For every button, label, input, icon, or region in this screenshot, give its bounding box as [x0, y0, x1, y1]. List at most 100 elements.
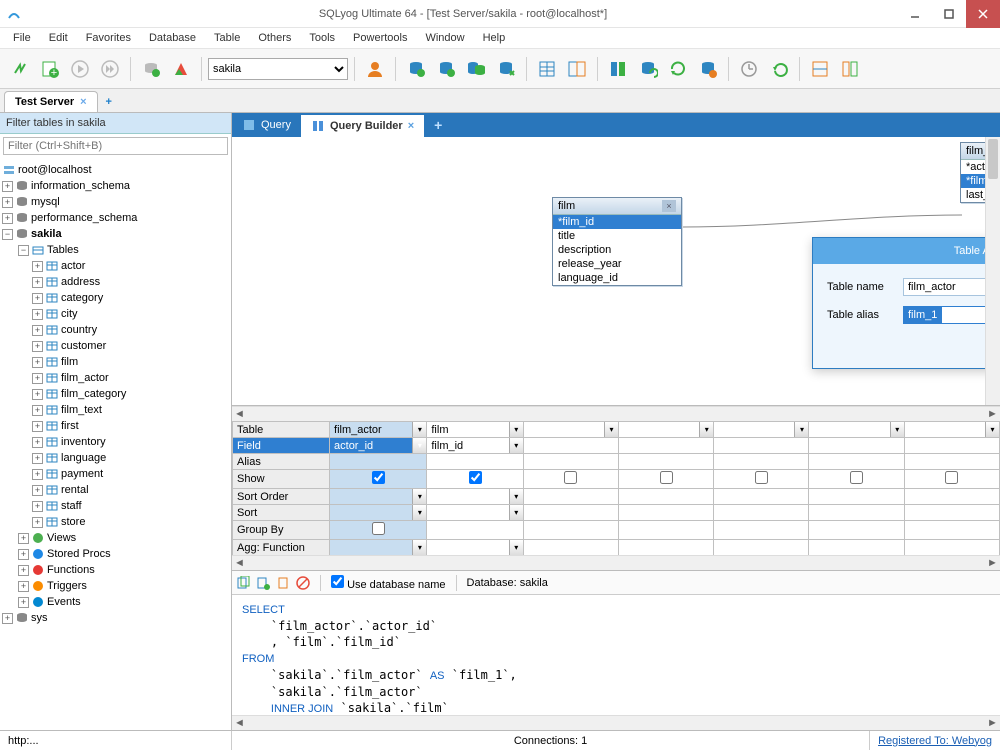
folder-item[interactable]: Views — [47, 532, 76, 544]
table-tool2-icon[interactable] — [563, 55, 591, 83]
add-query-tab[interactable]: + — [424, 113, 452, 137]
execute-icon[interactable] — [66, 55, 94, 83]
db-tool3-icon[interactable] — [462, 55, 490, 83]
registration-link[interactable]: Registered To: Webyog — [870, 735, 1000, 747]
grid-cell[interactable] — [904, 470, 999, 489]
expand-icon[interactable]: + — [32, 453, 43, 464]
user-icon[interactable] — [361, 55, 389, 83]
grid-cell[interactable] — [904, 505, 999, 521]
grid-cell[interactable]: ▾ — [809, 422, 904, 438]
expand-icon[interactable]: + — [2, 613, 13, 624]
grid-cell[interactable] — [619, 521, 714, 540]
grid-cell[interactable] — [714, 540, 809, 556]
expand-icon[interactable]: + — [18, 565, 29, 576]
new-query-icon[interactable]: + — [36, 55, 64, 83]
grid-cell[interactable] — [619, 454, 714, 470]
close-button[interactable] — [966, 0, 1000, 28]
sync-tool1-icon[interactable] — [604, 55, 632, 83]
grid-cell[interactable]: film_actor▾ — [330, 422, 427, 438]
layout1-icon[interactable] — [806, 55, 834, 83]
expand-icon[interactable]: + — [32, 261, 43, 272]
schema-sys[interactable]: sys — [31, 612, 48, 624]
expand-icon[interactable]: + — [18, 549, 29, 560]
canvas-scrollbar-h[interactable]: ◄► — [232, 406, 1000, 421]
expand-icon[interactable]: + — [32, 293, 43, 304]
close-tab-icon[interactable]: × — [80, 96, 86, 108]
folder-item[interactable]: Functions — [47, 564, 95, 576]
expand-icon[interactable]: + — [2, 197, 13, 208]
filter-input[interactable] — [3, 137, 228, 155]
grid-cell[interactable]: ▾ — [523, 422, 618, 438]
grid-cell[interactable] — [523, 454, 618, 470]
table-item[interactable]: actor — [61, 260, 85, 272]
copy2-icon[interactable] — [256, 576, 270, 590]
table-item[interactable]: film_actor — [61, 372, 109, 384]
grid-cell[interactable] — [523, 489, 618, 505]
table-item[interactable]: category — [61, 292, 103, 304]
sql-preview[interactable]: SELECT `film_actor`.`actor_id` , `film`.… — [232, 595, 1000, 715]
paste-icon[interactable] — [276, 576, 290, 590]
db-tool2-icon[interactable] — [432, 55, 460, 83]
table-item[interactable]: inventory — [61, 436, 106, 448]
grid-cell[interactable]: ▾ — [714, 422, 809, 438]
schema-item[interactable]: mysql — [31, 196, 60, 208]
expand-icon[interactable]: + — [32, 437, 43, 448]
grid-cell[interactable] — [427, 454, 523, 470]
table-item[interactable]: customer — [61, 340, 106, 352]
grid-cell[interactable] — [809, 540, 904, 556]
grid-cell[interactable] — [619, 470, 714, 489]
execute-all-icon[interactable] — [96, 55, 124, 83]
history-icon[interactable] — [735, 55, 763, 83]
grid-cell[interactable] — [619, 540, 714, 556]
grid-cell[interactable]: ▾ — [427, 505, 523, 521]
menu-powertools[interactable]: Powertools — [344, 29, 416, 47]
grid-cell[interactable] — [904, 521, 999, 540]
new-connection-icon[interactable] — [6, 55, 34, 83]
grid-scrollbar-h[interactable]: ◄► — [232, 555, 1000, 570]
grid-cell[interactable] — [904, 438, 999, 454]
table-tool1-icon[interactable] — [533, 55, 561, 83]
grid-cell[interactable] — [427, 521, 523, 540]
column-item[interactable]: language_id — [553, 271, 681, 285]
close-tab-icon[interactable]: × — [408, 120, 414, 132]
table-item[interactable]: film — [61, 356, 78, 368]
menu-edit[interactable]: Edit — [40, 29, 77, 47]
database-select[interactable]: sakila — [208, 58, 348, 80]
table-item[interactable]: language — [61, 452, 106, 464]
sql-scrollbar-h[interactable]: ◄► — [232, 715, 1000, 730]
grid-cell[interactable] — [809, 470, 904, 489]
sync-tool3-icon[interactable] — [694, 55, 722, 83]
layout2-icon[interactable] — [836, 55, 864, 83]
grid-cell[interactable] — [619, 505, 714, 521]
expand-icon[interactable]: + — [2, 181, 13, 192]
grid-cell[interactable] — [619, 489, 714, 505]
grid-cell[interactable] — [330, 454, 427, 470]
query-canvas[interactable]: film× *film_idtitledescriptionrelease_ye… — [232, 137, 1000, 406]
menu-favorites[interactable]: Favorites — [77, 29, 140, 47]
expand-icon[interactable]: + — [32, 357, 43, 368]
grid-cell[interactable] — [809, 521, 904, 540]
expand-icon[interactable]: + — [32, 277, 43, 288]
expand-icon[interactable]: + — [32, 405, 43, 416]
grid-cell[interactable] — [330, 470, 427, 489]
query-builder-tab[interactable]: Query Builder× — [301, 113, 424, 137]
query-tab[interactable]: Query — [232, 114, 301, 136]
undo-icon[interactable] — [765, 55, 793, 83]
grid-cell[interactable] — [523, 438, 618, 454]
grid-cell[interactable] — [619, 438, 714, 454]
table-item[interactable]: address — [61, 276, 100, 288]
grid-cell[interactable]: ▾ — [427, 489, 523, 505]
grid-cell[interactable] — [714, 438, 809, 454]
table-item[interactable]: staff — [61, 500, 82, 512]
table-item[interactable]: city — [61, 308, 78, 320]
expand-icon[interactable]: + — [18, 597, 29, 608]
expand-icon[interactable]: + — [32, 501, 43, 512]
schema-tree[interactable]: root@localhost +information_schema+mysql… — [0, 158, 231, 730]
grid-cell[interactable] — [427, 470, 523, 489]
grid-cell[interactable] — [714, 470, 809, 489]
use-db-checkbox[interactable]: Use database name — [331, 575, 446, 591]
grid-cell[interactable] — [714, 505, 809, 521]
menu-others[interactable]: Others — [249, 29, 300, 47]
grid-cell[interactable] — [904, 540, 999, 556]
grid-cell[interactable]: ▾ — [330, 505, 427, 521]
